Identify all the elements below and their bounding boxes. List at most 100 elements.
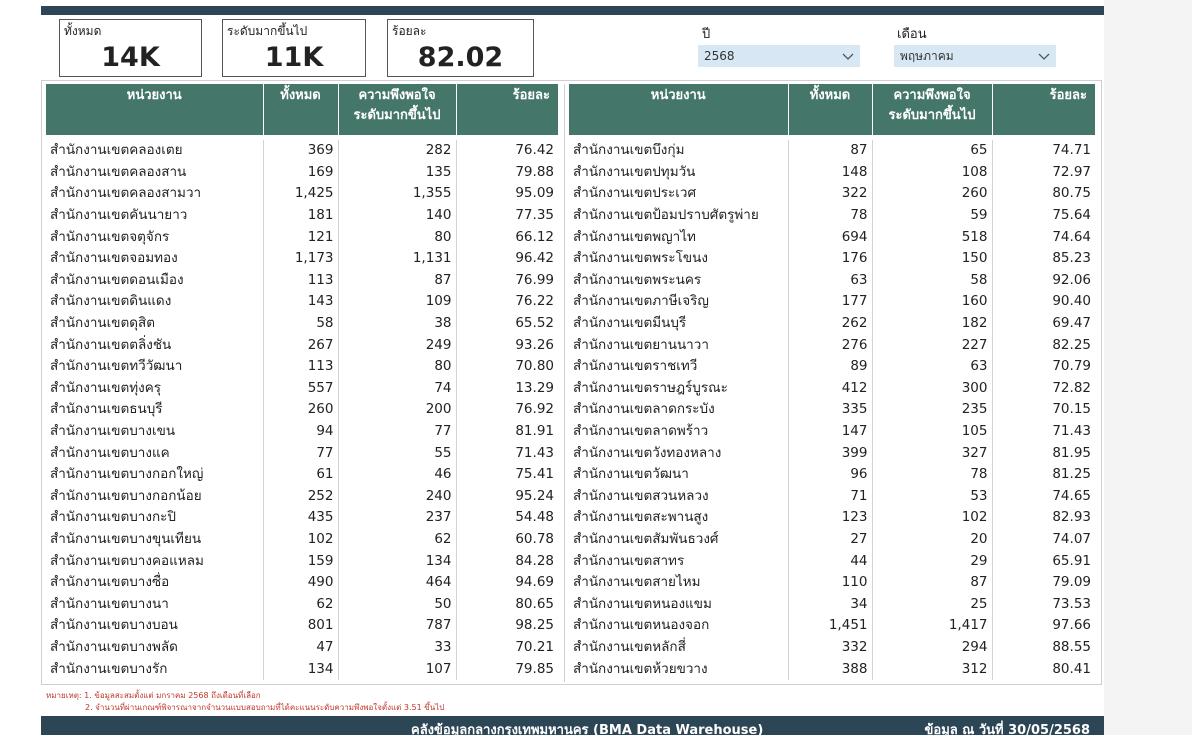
column-header-satisfied[interactable]: ความพึงพอใจ ระดับมากขึ้นไป [338, 84, 457, 135]
table-row[interactable]: สำนักงานเขตธนบุรี 260 200 76.92 [46, 399, 558, 421]
table-row[interactable]: สำนักงานเขตลาดกระบัง 335 235 70.15 [569, 399, 1095, 421]
district-table-right: หน่วยงาน ทั้งหมด ความพึงพอใจ ระดับมากขึ้น… [569, 84, 1095, 680]
table-row[interactable]: สำนักงานเขตหลักสี่ 332 294 88.55 [569, 636, 1095, 659]
cell-percent: 80.65 [515, 595, 554, 612]
cell-percent: 96.42 [515, 250, 554, 267]
table-row[interactable]: สำนักงานเขตบางซื่อ 490 464 94.69 [46, 571, 558, 594]
table-row[interactable]: สำนักงานเขตทวีวัฒนา 113 80 70.80 [46, 355, 558, 378]
cell-total: 435 [263, 507, 339, 529]
table-row[interactable]: สำนักงานเขตภาษีเจริญ 177 160 90.40 [569, 291, 1095, 313]
cell-satisfied: 227 [872, 334, 993, 356]
table-row[interactable]: สำนักงานเขตวังทองหลาง 399 327 81.95 [569, 442, 1095, 464]
table-row[interactable]: สำนักงานเขตราชเทวี 89 63 70.79 [569, 355, 1095, 378]
cell-percent: 72.82 [1052, 379, 1091, 396]
table-row[interactable]: สำนักงานเขตพญาไท 694 518 74.64 [569, 226, 1095, 248]
table-row[interactable]: สำนักงานเขตคันนายาว 181 140 77.35 [46, 204, 558, 227]
table-row[interactable]: สำนักงานเขตคลองสาน 169 135 79.88 [46, 161, 558, 184]
table-row[interactable]: สำนักงานเขตพระนคร 63 58 92.06 [569, 269, 1095, 292]
table-row[interactable]: สำนักงานเขตบางกอกใหญ่ 61 46 75.41 [46, 463, 558, 486]
cell-total: 61 [263, 463, 339, 486]
table-row[interactable]: สำนักงานเขตคลองเตย 369 282 76.42 [46, 140, 558, 162]
cell-satisfied: 787 [338, 615, 457, 637]
table-row[interactable]: สำนักงานเขตหนองแขม 34 25 73.53 [569, 593, 1095, 616]
column-header-total[interactable]: ทั้งหมด [263, 84, 339, 135]
cell-total: 123 [788, 507, 873, 529]
footer-title: คลังข้อมูลกลางกรุงเทพมหานคร (BMA Data Wa… [411, 723, 764, 738]
table-row[interactable]: สำนักงานเขตบางกอกน้อย 252 240 95.24 [46, 485, 558, 508]
table-row[interactable]: สำนักงานเขตดอนเมือง 113 87 76.99 [46, 269, 558, 292]
cell-satisfied: 80 [338, 226, 457, 248]
cell-percent: 70.80 [515, 358, 554, 375]
year-filter-label: ปี [702, 27, 711, 42]
table-row[interactable]: สำนักงานเขตปทุมวัน 148 108 72.97 [569, 161, 1095, 184]
table-row[interactable]: สำนักงานเขตยานนาวา 276 227 82.25 [569, 334, 1095, 356]
column-header-unit[interactable]: หน่วยงาน [569, 84, 789, 135]
table-row[interactable]: สำนักงานเขตสาทร 44 29 65.91 [569, 550, 1095, 572]
table-row[interactable]: สำนักงานเขตดินแดง 143 109 76.22 [46, 291, 558, 313]
cell-percent: 94.69 [515, 574, 554, 591]
cell-satisfied: 240 [338, 485, 457, 508]
table-row[interactable]: สำนักงานเขตวัฒนา 96 78 81.25 [569, 463, 1095, 486]
cell-unit: สำนักงานเขตบางพลัด [46, 636, 264, 659]
table-row[interactable]: สำนักงานเขตห้วยขวาง 388 312 80.41 [569, 658, 1095, 680]
cell-total: 34 [788, 593, 873, 616]
column-header-unit[interactable]: หน่วยงาน [46, 84, 264, 135]
table-row[interactable]: สำนักงานเขตบางขุนเทียน 102 62 60.78 [46, 528, 558, 551]
table-row[interactable]: สำนักงานเขตบางรัก 134 107 79.85 [46, 658, 558, 680]
table-row[interactable]: สำนักงานเขตบางแค 77 55 71.43 [46, 442, 558, 464]
cell-percent: 75.41 [515, 466, 554, 483]
table-row[interactable]: สำนักงานเขตจอมทอง 1,173 1,131 96.42 [46, 247, 558, 270]
cell-satisfied: 63 [872, 355, 993, 378]
column-header-satisfied[interactable]: ความพึงพอใจ ระดับมากขึ้นไป [872, 84, 993, 135]
table-row[interactable]: สำนักงานเขตคลองสามวา 1,425 1,355 95.09 [46, 183, 558, 205]
cell-unit: สำนักงานเขตวังทองหลาง [569, 442, 789, 464]
cell-percent: 79.85 [515, 660, 554, 677]
cell-total: 102 [263, 528, 339, 551]
table-row[interactable]: สำนักงานเขตจตุจักร 121 80 66.12 [46, 226, 558, 248]
cell-total: 369 [263, 140, 339, 162]
table-row[interactable]: สำนักงานเขตตลิ่งชัน 267 249 93.26 [46, 334, 558, 356]
table-row[interactable]: สำนักงานเขตลาดพร้าว 147 105 71.43 [569, 420, 1095, 443]
table-row[interactable]: สำนักงานเขตสายไหม 110 87 79.09 [569, 571, 1095, 594]
footnote-2: 2. จำนวนที่ผ่านเกณฑ์พิจารณาจากจำนวนแบบสอ… [85, 703, 445, 712]
cell-percent: 97.66 [1052, 617, 1091, 634]
table-row[interactable]: สำนักงานเขตบางบอน 801 787 98.25 [46, 615, 558, 637]
table-row[interactable]: สำนักงานเขตบางเขน 94 77 81.91 [46, 420, 558, 443]
column-header-percent[interactable]: ร้อยละ [992, 84, 1095, 135]
cell-percent: 74.07 [1052, 530, 1091, 547]
table-row[interactable]: สำนักงานเขตบางคอแหลม 159 134 84.28 [46, 550, 558, 572]
kpi-value: 14K [101, 42, 160, 73]
month-dropdown[interactable]: พฤษภาคม [894, 45, 1056, 67]
year-dropdown[interactable]: 2568 [698, 45, 860, 67]
top-bar [41, 6, 1104, 15]
cell-unit: สำนักงานเขตป้อมปราบศัตรูพ่าย [569, 204, 789, 227]
cell-total: 322 [788, 183, 873, 205]
cell-unit: สำนักงานเขตทวีวัฒนา [46, 355, 264, 378]
cell-total: 44 [788, 550, 873, 572]
table-row[interactable]: สำนักงานเขตบึงกุ่ม 87 65 74.71 [569, 140, 1095, 162]
cell-unit: สำนักงานเขตคันนายาว [46, 204, 264, 227]
cell-satisfied: 87 [338, 269, 457, 292]
table-row[interactable]: สำนักงานเขตพระโขนง 176 150 85.23 [569, 247, 1095, 270]
table-row[interactable]: สำนักงานเขตสะพานสูง 123 102 82.93 [569, 507, 1095, 529]
column-header-percent[interactable]: ร้อยละ [456, 84, 558, 135]
table-row[interactable]: สำนักงานเขตป้อมปราบศัตรูพ่าย 78 59 75.64 [569, 204, 1095, 227]
table-row[interactable]: สำนักงานเขตสัมพันธวงศ์ 27 20 74.07 [569, 528, 1095, 551]
cell-percent: 69.47 [1052, 315, 1091, 332]
table-row[interactable]: สำนักงานเขตหนองจอก 1,451 1,417 97.66 [569, 615, 1095, 637]
table-row[interactable]: สำนักงานเขตราษฎร์บูรณะ 412 300 72.82 [569, 377, 1095, 400]
column-header-total[interactable]: ทั้งหมด [788, 84, 873, 135]
table-row[interactable]: สำนักงานเขตบางกะปิ 435 237 54.48 [46, 507, 558, 529]
table-row[interactable]: สำนักงานเขตประเวศ 322 260 80.75 [569, 183, 1095, 205]
table-row[interactable]: สำนักงานเขตบางพลัด 47 33 70.21 [46, 636, 558, 659]
cell-percent: 82.93 [1052, 509, 1091, 526]
header-line: ความพึงพอใจ [358, 88, 436, 103]
table-row[interactable]: สำนักงานเขตบางนา 62 50 80.65 [46, 593, 558, 616]
table-row[interactable]: สำนักงานเขตดุสิต 58 38 65.52 [46, 312, 558, 335]
cell-total: 412 [788, 377, 873, 400]
kpi-value: 82.02 [417, 42, 504, 73]
table-row[interactable]: สำนักงานเขตทุ่งครุ 557 74 13.29 [46, 377, 558, 400]
cell-total: 801 [263, 615, 339, 637]
table-row[interactable]: สำนักงานเขตสวนหลวง 71 53 74.65 [569, 485, 1095, 508]
table-row[interactable]: สำนักงานเขตมีนบุรี 262 182 69.47 [569, 312, 1095, 335]
